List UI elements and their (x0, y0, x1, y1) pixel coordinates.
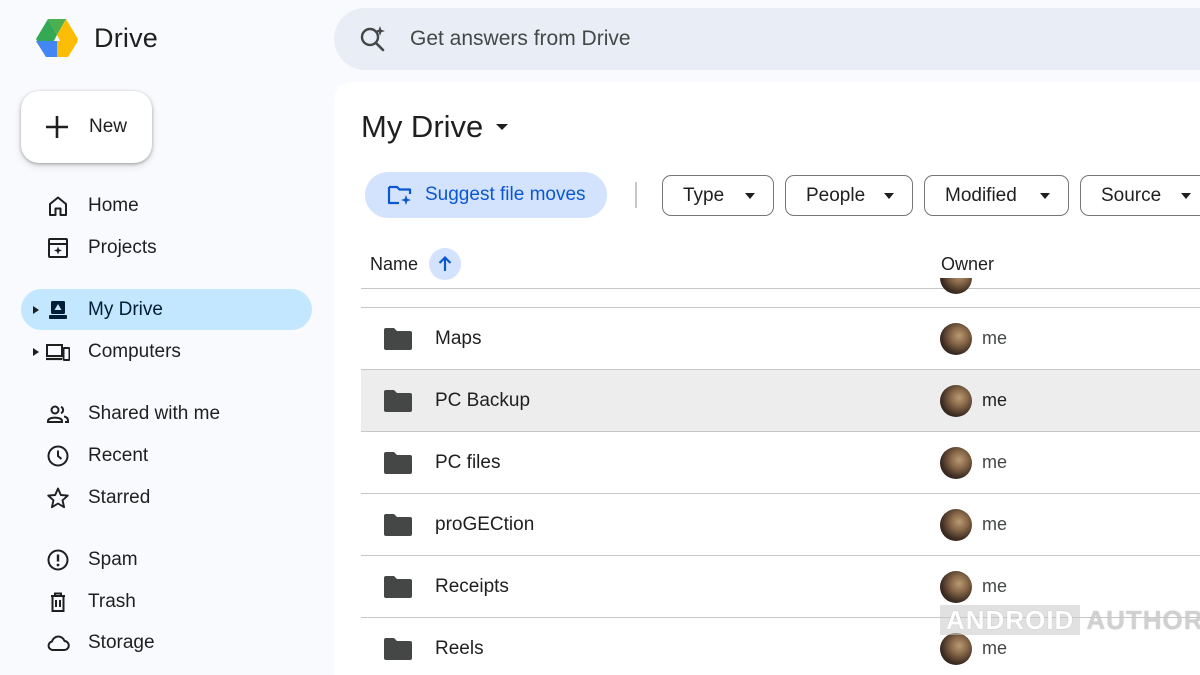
file-owner: me (982, 638, 1008, 658)
file-row-progection[interactable]: proGECtion me (361, 494, 1200, 556)
chevron-down-icon (1040, 193, 1050, 199)
file-name: PC files (435, 452, 501, 473)
avatar (940, 278, 972, 294)
plus-icon (46, 116, 68, 138)
drive-logo[interactable]: Drive (34, 17, 158, 59)
toolbar-divider (635, 182, 637, 208)
file-owner: me (982, 514, 1008, 534)
drive-logo-icon (36, 19, 78, 57)
file-owner: me (982, 576, 1008, 596)
filter-label: Source (1101, 184, 1162, 206)
arrow-up-icon (438, 255, 452, 271)
sidebar-item-spam[interactable]: Spam (21, 539, 312, 580)
sidebar-item-storage[interactable]: Storage (21, 622, 312, 663)
sidebar-item-my-drive[interactable]: My Drive (21, 289, 312, 330)
dropdown-arrow-icon (496, 124, 509, 130)
page-title: My Drive (361, 109, 484, 144)
header-divider (361, 288, 1200, 289)
chevron-down-icon (745, 193, 755, 199)
filter-source-chip[interactable]: Source (1080, 175, 1200, 216)
filter-modified-chip[interactable]: Modified (924, 175, 1069, 216)
sidebar-item-home[interactable]: Home (21, 185, 312, 226)
sidebar-item-label: Home (88, 194, 139, 216)
folder-icon (384, 390, 412, 412)
sidebar-item-recent[interactable]: Recent (21, 435, 312, 476)
filter-label: Modified (945, 184, 1017, 206)
file-row-pc-files[interactable]: PC files me (361, 432, 1200, 494)
file-name: Receipts (435, 576, 509, 597)
search-sparkle-icon[interactable] (358, 24, 388, 54)
file-name: Maps (435, 328, 482, 349)
search-bar[interactable] (334, 8, 1200, 70)
computers-icon (45, 339, 71, 365)
avatar (940, 509, 972, 541)
clock-icon (45, 443, 71, 469)
star-icon (45, 485, 71, 511)
file-owner: me (982, 328, 1008, 348)
sidebar-item-label: Recent (88, 444, 149, 466)
sidebar-item-label: My Drive (88, 298, 163, 320)
search-input[interactable] (410, 27, 1010, 51)
avatar (940, 385, 972, 417)
folder-icon (384, 452, 412, 474)
watermark: ANDROIDAUTHORITY (940, 605, 1200, 636)
sidebar-item-label: Storage (88, 631, 155, 653)
chevron-down-icon (1181, 193, 1191, 199)
projects-icon (45, 235, 71, 261)
file-owner: me (982, 452, 1008, 472)
spam-icon (45, 547, 71, 573)
column-header-name[interactable]: Name (370, 242, 462, 286)
avatar (940, 633, 972, 665)
folder-icon (384, 638, 412, 660)
suggest-file-moves-button[interactable]: Suggest file moves (365, 172, 607, 218)
filter-label: Type (683, 184, 725, 206)
expand-caret-icon[interactable] (32, 347, 40, 357)
sidebar-item-shared-with-me[interactable]: Shared with me (21, 393, 312, 434)
avatar (940, 323, 972, 355)
avatar (940, 447, 972, 479)
home-icon (45, 193, 71, 219)
filter-label: People (806, 184, 866, 206)
trash-icon (45, 589, 71, 615)
app-title: Drive (94, 22, 159, 53)
sidebar-item-label: Spam (88, 548, 138, 570)
sidebar-item-label: Shared with me (88, 402, 221, 424)
suggest-file-moves-label: Suggest file moves (425, 184, 586, 205)
sidebar-item-projects[interactable]: Projects (21, 227, 312, 268)
file-owner: me (982, 390, 1008, 410)
folder-icon (384, 576, 412, 598)
column-label-owner: Owner (941, 253, 995, 274)
sidebar-item-label: Trash (88, 590, 136, 612)
sidebar-item-computers[interactable]: Computers (21, 331, 312, 372)
file-name: Reels (435, 638, 484, 659)
file-row-pc-backup[interactable]: PC Backup me (361, 370, 1200, 432)
my-drive-icon (45, 297, 71, 323)
column-label-name: Name (370, 253, 419, 274)
filter-type-chip[interactable]: Type (662, 175, 774, 216)
avatar (940, 571, 972, 603)
sort-ascending-button[interactable] (429, 248, 462, 280)
folder-icon (384, 514, 412, 536)
folder-sparkle-icon (387, 185, 412, 205)
sidebar-item-label: Starred (88, 486, 151, 508)
shared-icon (45, 401, 71, 427)
file-name: PC Backup (435, 390, 531, 411)
expand-caret-icon[interactable] (32, 305, 40, 315)
watermark-part2: AUTHORITY (1086, 605, 1200, 635)
sidebar-item-trash[interactable]: Trash (21, 581, 312, 622)
my-drive-title-dropdown[interactable]: My Drive (361, 109, 509, 145)
sidebar-item-starred[interactable]: Starred (21, 477, 312, 518)
file-row-maps[interactable]: Maps me (361, 308, 1200, 370)
watermark-part1: ANDROID (940, 605, 1081, 635)
cloud-icon (45, 630, 71, 656)
main-panel: My Drive Suggest file moves Type People … (334, 82, 1200, 675)
filter-people-chip[interactable]: People (785, 175, 913, 216)
folder-icon (384, 328, 412, 350)
sidebar-item-label: Projects (88, 236, 157, 258)
new-button-label: New (89, 116, 128, 137)
new-button[interactable]: New (21, 91, 152, 163)
file-name: proGECtion (435, 514, 535, 535)
sidebar-item-label: Computers (88, 340, 181, 362)
chevron-down-icon (884, 193, 894, 199)
